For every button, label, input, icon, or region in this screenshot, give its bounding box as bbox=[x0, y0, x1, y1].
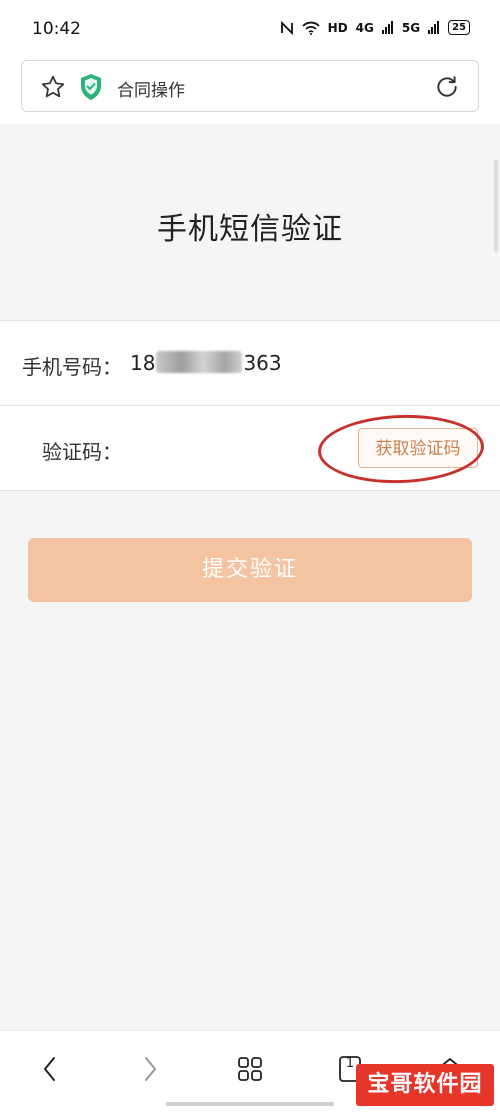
page-title: 手机短信验证 bbox=[157, 212, 343, 247]
browser-toolbar: 合同操作 bbox=[0, 58, 500, 124]
menu-grid-icon[interactable] bbox=[230, 1049, 270, 1089]
signal-2-label: 5G bbox=[401, 20, 421, 35]
page-title-in-address: 合同操作 bbox=[117, 81, 185, 101]
status-time: 10:42 bbox=[32, 19, 81, 39]
code-input[interactable] bbox=[130, 426, 344, 470]
signal-2-icon bbox=[428, 21, 440, 34]
phone-suffix: 363 bbox=[243, 351, 282, 375]
forward-icon[interactable] bbox=[130, 1049, 170, 1089]
phone-redaction bbox=[156, 351, 243, 373]
star-icon[interactable] bbox=[40, 74, 66, 104]
home-indicator[interactable] bbox=[166, 1102, 334, 1106]
signal-1-icon bbox=[381, 21, 394, 34]
nfc-icon bbox=[280, 20, 294, 35]
phone-label: 手机号码： bbox=[22, 355, 122, 379]
page-header: 手机短信验证 bbox=[0, 124, 500, 320]
signal-1-label: 4G bbox=[355, 20, 374, 35]
scrollbar[interactable] bbox=[494, 160, 498, 252]
address-bar[interactable]: 合同操作 bbox=[21, 60, 479, 112]
code-label: 验证码： bbox=[42, 440, 122, 464]
shield-check-icon bbox=[79, 73, 103, 105]
network-label: HD bbox=[327, 20, 348, 35]
phone-prefix: 18 bbox=[130, 351, 156, 375]
status-bar: 10:42 HD 4G 5G 25 bbox=[0, 0, 500, 58]
phone-row: 手机号码： 18 363 bbox=[0, 320, 500, 405]
phone-value: 18 363 bbox=[130, 351, 282, 375]
watermark: 宝哥软件园 bbox=[356, 1064, 494, 1106]
wifi-icon bbox=[302, 21, 320, 35]
battery-icon: 25 bbox=[448, 20, 470, 35]
back-icon[interactable] bbox=[30, 1049, 70, 1089]
status-icons: HD 4G 5G 25 bbox=[280, 20, 470, 35]
reload-icon[interactable] bbox=[434, 74, 460, 104]
submit-button[interactable]: 提交验证 bbox=[28, 538, 472, 602]
